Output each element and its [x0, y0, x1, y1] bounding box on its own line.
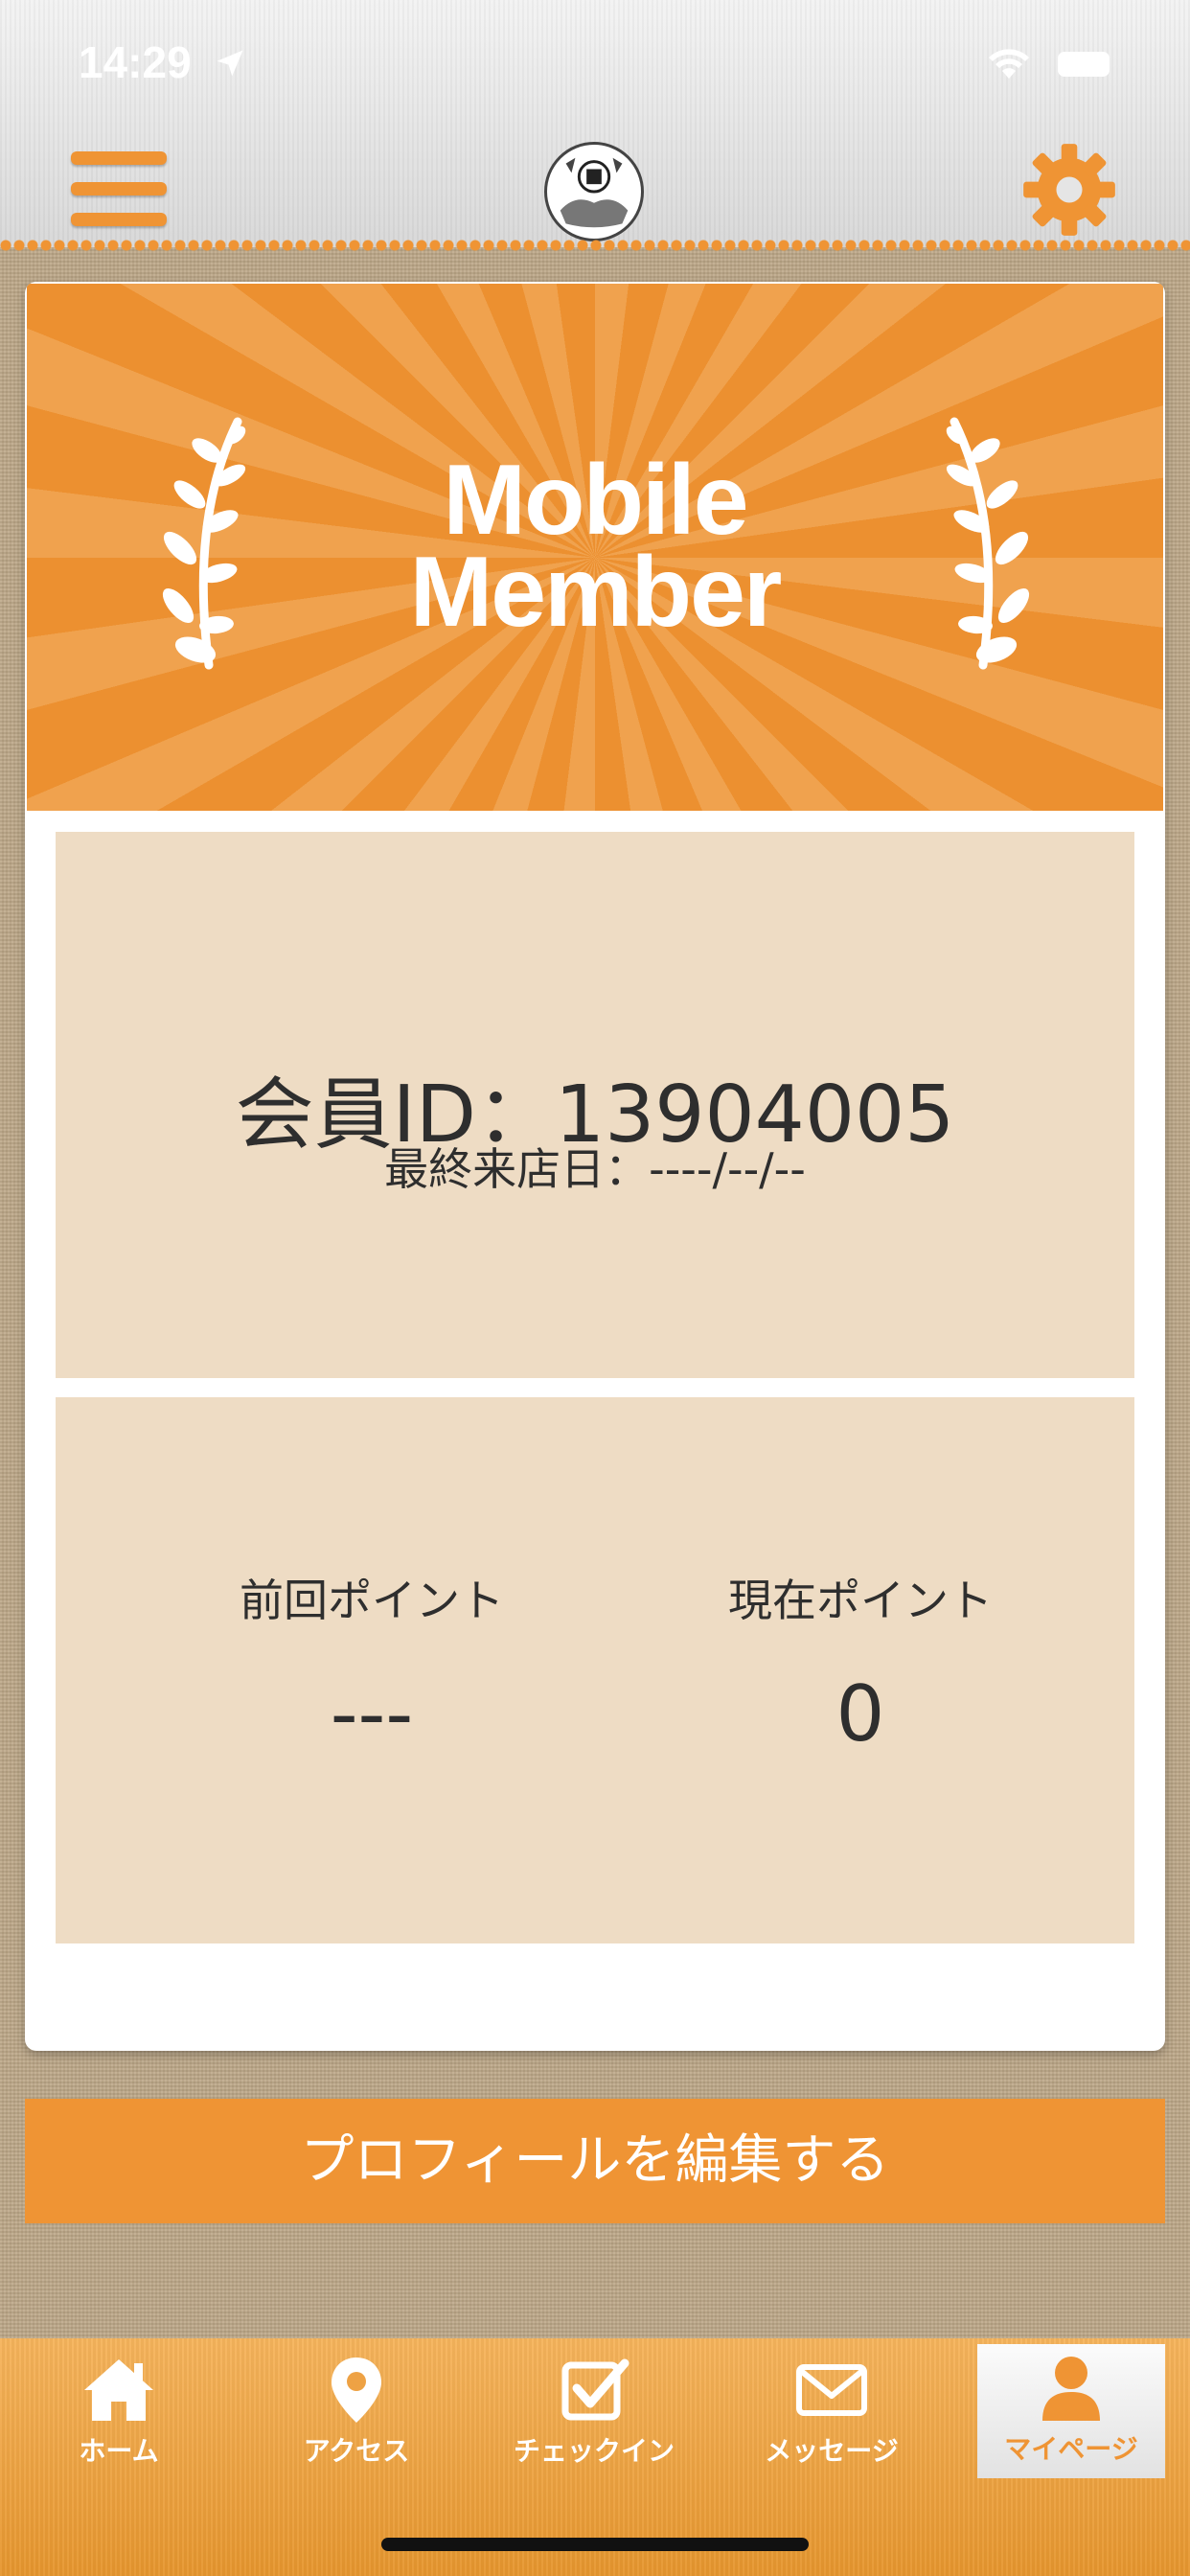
tab-access[interactable]: アクセス	[261, 2338, 452, 2482]
laurel-right-icon	[946, 417, 1030, 670]
battery-icon	[1058, 52, 1110, 77]
checkbox-icon	[561, 2358, 629, 2421]
status-time: 14:29	[79, 37, 192, 87]
gear-icon[interactable]	[1019, 140, 1119, 240]
tab-access-label: アクセス	[303, 2435, 410, 2467]
home-icon	[84, 2359, 153, 2421]
location-arrow-icon	[217, 50, 243, 77]
last-visit-date: 最終来店日：----/--/--	[384, 1143, 806, 1195]
tab-mypage-label: マイページ	[1004, 2433, 1138, 2465]
tab-checkin-label: チェックイン	[513, 2435, 675, 2467]
current-points-value: 0	[835, 1669, 885, 1759]
member-info-panel: 会員ID：13904005 最終来店日：----/--/--	[56, 832, 1134, 1378]
tab-message-label: メッセージ	[765, 2435, 899, 2467]
tab-home[interactable]: ホーム	[23, 2338, 215, 2482]
map-pin-icon	[332, 2358, 381, 2423]
home-indicator	[381, 2538, 809, 2551]
current-points: 現在ポイント 0	[669, 1566, 1052, 1759]
app-header: 14:29	[0, 0, 1190, 247]
user-icon	[1042, 2357, 1100, 2421]
tab-message[interactable]: メッセージ	[736, 2338, 927, 2482]
menu-button[interactable]	[71, 148, 167, 232]
envelope-icon	[796, 2364, 867, 2416]
current-points-label: 現在ポイント	[728, 1575, 993, 1626]
points-panel: 前回ポイント --- 現在ポイント 0	[56, 1397, 1134, 1944]
member-banner: Mobile Member	[27, 284, 1163, 811]
member-card: Mobile Member 会員ID：13904005 最終来店日：----/-…	[25, 282, 1165, 2051]
tab-mypage[interactable]: マイページ	[977, 2344, 1165, 2478]
edit-profile-button[interactable]: プロフィールを編集する	[25, 2099, 1165, 2223]
store-logo	[544, 142, 644, 242]
wifi-icon	[989, 49, 1029, 79]
previous-points-label: 前回ポイント	[240, 1575, 504, 1626]
previous-points-value: ---	[330, 1669, 414, 1759]
header-fringe	[0, 240, 1190, 251]
previous-points: 前回ポイント ---	[180, 1566, 563, 1759]
tab-checkin[interactable]: チェックイン	[498, 2338, 690, 2482]
store-seal-logo-icon	[560, 157, 629, 228]
tab-home-label: ホーム	[79, 2435, 159, 2467]
